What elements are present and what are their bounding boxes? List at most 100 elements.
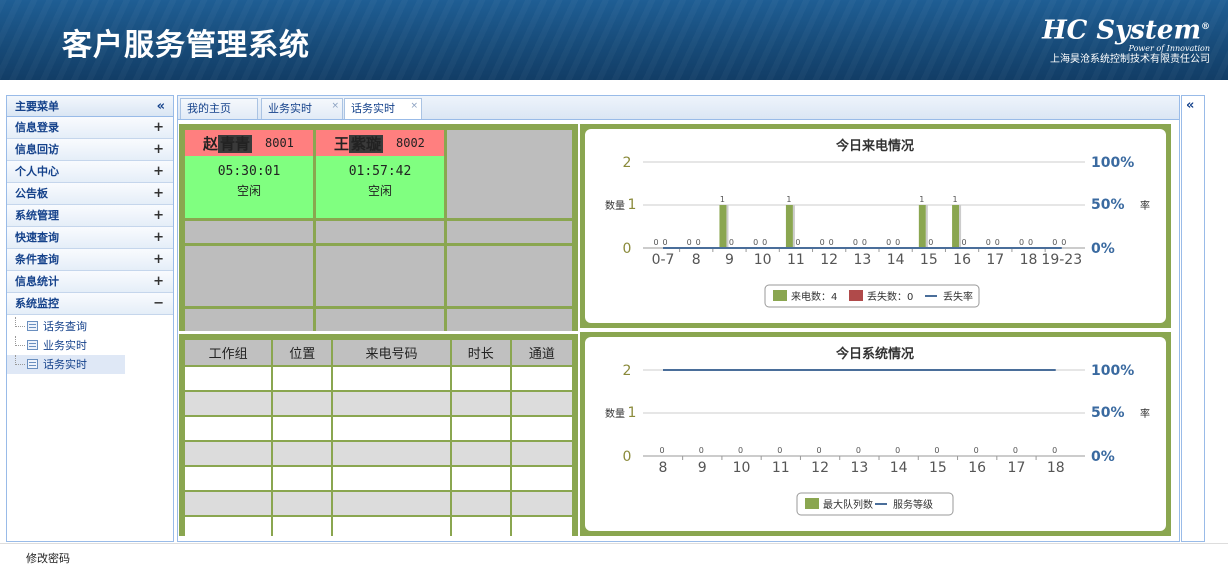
- table-cell: [331, 465, 452, 492]
- right-panel: «: [1181, 95, 1205, 542]
- y2-tick-label: 50%: [1091, 197, 1125, 213]
- column-header: 工作组: [182, 338, 274, 367]
- agent-grid: 赵青青 8001 05:30:01 空闲 王紫璇 8002 01:57:42 空…: [179, 124, 578, 331]
- agent-card[interactable]: 王紫璇 8002 01:57:42 空闲: [316, 130, 444, 218]
- data-label: 0: [817, 446, 822, 455]
- y-axis-label: 数量: [605, 407, 625, 420]
- x-tick-label: 17: [986, 252, 1004, 268]
- y2-tick-label: 100%: [1091, 363, 1134, 379]
- x-tick-label: 13: [853, 252, 871, 268]
- expand-icon[interactable]: +: [153, 227, 164, 249]
- data-label: 0: [934, 446, 939, 455]
- table-cell: [182, 390, 274, 417]
- agent-slot-empty: [185, 221, 313, 243]
- sidebar-item[interactable]: 条件查询 +: [7, 249, 173, 271]
- expand-icon[interactable]: +: [153, 139, 164, 161]
- tab-business-realtime[interactable]: 业务实时 ×: [261, 98, 343, 120]
- data-label: 0: [995, 238, 1000, 247]
- sidebar-collapse-icon[interactable]: «: [157, 96, 165, 117]
- sidebar-item[interactable]: 信息回访 +: [7, 139, 173, 161]
- sidebar-item[interactable]: 系统管理 +: [7, 205, 173, 227]
- legend-label: 来电数：4: [791, 290, 837, 303]
- agent-slot-empty: [185, 309, 313, 331]
- chart-incoming-calls: 今日来电情况 0 数量 1 2 0% 50% 100% 率 0-7 0 0 8 0 0 9 1 0 10 0 0 11 1 0…: [580, 124, 1171, 328]
- tab-home[interactable]: 我的主页: [180, 98, 258, 120]
- table-cell: [182, 440, 274, 467]
- sidebar-subitem[interactable]: 业务实时: [7, 336, 173, 355]
- table-row: [182, 390, 575, 417]
- data-label: 0: [687, 238, 692, 247]
- y2-axis-label: 率: [1140, 407, 1150, 420]
- data-label: 0: [662, 238, 667, 247]
- agent-slot-empty: [316, 309, 444, 331]
- x-tick-label: 10: [754, 252, 772, 268]
- chart-incoming-calls-svg: 今日来电情况0数量 120%50%100%率0-70 080 0910100 01110…: [605, 138, 1150, 308]
- column-header: 通道: [509, 338, 575, 367]
- y-tick-label: 2: [623, 155, 632, 171]
- sidebar-item[interactable]: 公告板 +: [7, 183, 173, 205]
- table-cell: [509, 415, 575, 442]
- x-tick-label: 19-23: [1041, 252, 1082, 268]
- data-label: 0: [696, 238, 701, 247]
- agent-slot-empty: [447, 309, 572, 331]
- agent-name-bar: 王紫璇 8002: [316, 130, 444, 156]
- sidebar-subitem-label: 话务实时: [43, 358, 87, 371]
- tree-line-icon: [15, 355, 25, 365]
- change-password-link[interactable]: 修改密码: [26, 550, 70, 566]
- table-cell: [449, 490, 512, 517]
- legend-swatch: [773, 290, 787, 301]
- logo-company: 上海昊沧系统控制技术有限责任公司: [1050, 53, 1210, 65]
- x-tick-label: 8: [659, 460, 668, 476]
- data-label: 1: [919, 195, 924, 204]
- data-label: 1: [953, 195, 958, 204]
- collapse-icon[interactable]: −: [153, 293, 164, 315]
- table-row: [182, 465, 575, 492]
- sidebar-subitem[interactable]: 话务实时: [7, 355, 125, 374]
- tab-label: 我的主页: [187, 102, 231, 115]
- sidebar-item[interactable]: 快速查询 +: [7, 227, 173, 249]
- logo-registered: ®: [1201, 22, 1210, 32]
- sidebar-title: 主要菜单: [15, 100, 59, 113]
- right-panel-collapse-icon[interactable]: «: [1186, 98, 1194, 113]
- bar: [952, 205, 960, 248]
- sidebar-item-label: 系统监控: [15, 297, 59, 310]
- sidebar-item[interactable]: 信息统计 +: [7, 271, 173, 293]
- header-separator: [0, 80, 1228, 94]
- sidebar-item[interactable]: 系统监控 −: [7, 293, 173, 315]
- sidebar-item[interactable]: 信息登录 +: [7, 117, 173, 139]
- sidebar-item-label: 信息登录: [15, 121, 59, 134]
- x-tick-label: 14: [887, 252, 905, 268]
- table-cell: [331, 390, 452, 417]
- sidebar-item-label: 信息统计: [15, 275, 59, 288]
- tab-close-icon[interactable]: ×: [410, 96, 418, 116]
- expand-icon[interactable]: +: [153, 183, 164, 205]
- table-cell: [331, 365, 452, 392]
- x-tick-label: 14: [890, 460, 908, 476]
- table-cell: [182, 515, 274, 536]
- x-tick-label: 17: [1008, 460, 1026, 476]
- data-label: 0: [895, 446, 900, 455]
- bar: [785, 205, 793, 248]
- legend-label: 服务等级: [893, 498, 933, 511]
- expand-icon[interactable]: +: [153, 205, 164, 227]
- expand-icon[interactable]: +: [153, 249, 164, 271]
- tab-close-icon[interactable]: ×: [331, 96, 339, 116]
- expand-icon[interactable]: +: [153, 271, 164, 293]
- agent-slot-empty: [316, 246, 444, 306]
- x-tick-label: 13: [850, 460, 868, 476]
- agent-slot-empty: [185, 246, 313, 306]
- x-tick-label: 10: [733, 460, 751, 476]
- sidebar-item[interactable]: 个人中心 +: [7, 161, 173, 183]
- sidebar-subitem-label: 话务查询: [43, 320, 87, 333]
- x-tick-label: 12: [820, 252, 838, 268]
- data-label: 0: [974, 446, 979, 455]
- agent-card[interactable]: 赵青青 8001 05:30:01 空闲: [185, 130, 313, 218]
- tab-call-realtime[interactable]: 话务实时 ×: [344, 98, 422, 120]
- table-cell: [182, 465, 274, 492]
- sidebar-subitem[interactable]: 话务查询: [7, 317, 173, 336]
- expand-icon[interactable]: +: [153, 117, 164, 139]
- data-label: 0: [856, 446, 861, 455]
- expand-icon[interactable]: +: [153, 161, 164, 183]
- sidebar-header: 主要菜单 «: [7, 96, 173, 117]
- table-cell: [331, 490, 452, 517]
